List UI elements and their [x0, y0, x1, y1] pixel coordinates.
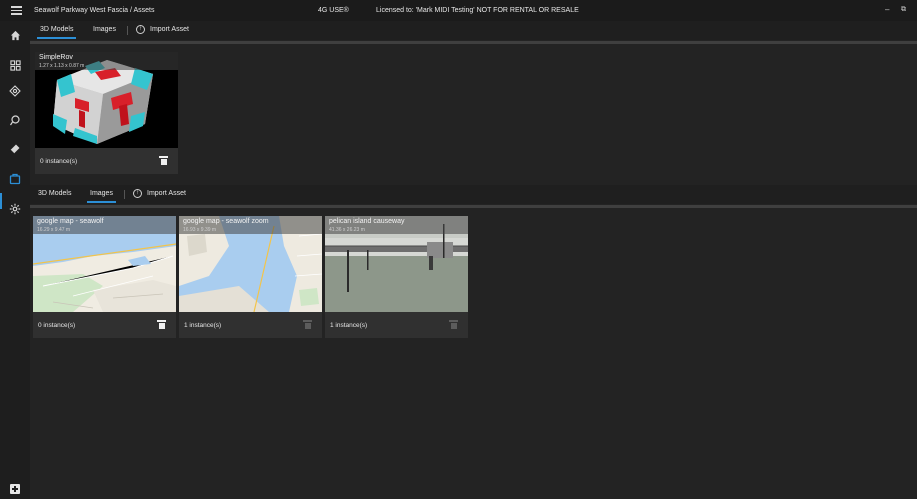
import-asset-button[interactable]: ↑ Import Asset: [133, 189, 186, 198]
license-text: Licensed to: 'Mark MIDI Testing' NOT FOR…: [376, 7, 579, 14]
card-footer: 0 instance(s): [33, 312, 176, 338]
home-icon[interactable]: [9, 29, 21, 41]
tab-separator: [124, 190, 125, 199]
tab-3d-models[interactable]: 3D Models: [36, 26, 77, 39]
card-header: SimpleRov 1.27 x 1.13 x 0.87 m: [35, 52, 178, 70]
card-header: pelican island causeway 41.36 x 26.23 m: [325, 216, 468, 234]
instance-count: 0 instance(s): [40, 158, 78, 165]
tab-separator: [127, 26, 128, 35]
model-card[interactable]: SimpleRov 1.27 x 1.13 x 0.87 m 0 instanc…: [35, 52, 178, 174]
image-thumbnail: google map - seawolf zoom 16.93 x 9.39 m: [179, 216, 322, 312]
image-card[interactable]: pelican island causeway 41.36 x 26.23 m …: [325, 216, 468, 338]
image-thumbnail: google map - seawolf 16.29 x 9.47 m: [33, 216, 176, 312]
model-thumbnail: SimpleRov 1.27 x 1.13 x 0.87 m: [35, 52, 178, 148]
dashboard-icon[interactable]: [9, 59, 21, 71]
tab-3d-models[interactable]: 3D Models: [38, 190, 71, 197]
image-dimensions: 16.29 x 9.47 m: [37, 227, 71, 233]
trash-icon[interactable]: [159, 156, 168, 165]
upload-icon: ↑: [133, 189, 142, 198]
instance-count: 0 instance(s): [38, 322, 76, 329]
image-card[interactable]: google map - seawolf zoom 16.93 x 9.39 m…: [179, 216, 322, 338]
left-rail: [0, 21, 30, 499]
assets-icon[interactable]: [9, 173, 21, 185]
card-footer: 1 instance(s): [179, 312, 322, 338]
settings-icon[interactable]: [9, 203, 21, 215]
card-footer: 0 instance(s): [35, 148, 178, 174]
images-tab-bar: 3D Models Images ↑ Import Asset: [30, 185, 917, 204]
trash-icon[interactable]: [157, 320, 166, 329]
import-asset-button[interactable]: ↑ Import Asset: [136, 25, 189, 34]
card-header: google map - seawolf zoom 16.93 x 9.39 m: [179, 216, 322, 234]
import-asset-label: Import Asset: [150, 26, 189, 33]
models-tab-bar: 3D Models Images ↑ Import Asset: [30, 21, 917, 40]
palette-icon[interactable]: [9, 114, 21, 126]
image-dimensions: 41.36 x 26.23 m: [329, 227, 365, 233]
minimize-button[interactable]: –: [885, 5, 889, 14]
image-title: google map - seawolf: [37, 218, 104, 225]
active-indicator: [0, 193, 2, 209]
trash-icon: [449, 320, 458, 329]
card-header: google map - seawolf 16.29 x 9.47 m: [33, 216, 176, 234]
network-icon[interactable]: [9, 85, 21, 97]
card-footer: 1 instance(s): [325, 312, 468, 338]
add-icon[interactable]: [10, 484, 20, 494]
tab-images[interactable]: Images: [93, 26, 116, 33]
image-title: pelican island causeway: [329, 218, 405, 225]
import-asset-label: Import Asset: [147, 190, 186, 197]
image-title: google map - seawolf zoom: [183, 218, 269, 225]
image-dimensions: 16.93 x 9.39 m: [183, 227, 217, 233]
section-divider: [30, 41, 917, 44]
instance-count: 1 instance(s): [330, 322, 368, 329]
trash-icon: [303, 320, 312, 329]
image-thumbnail: pelican island causeway 41.36 x 26.23 m: [325, 216, 468, 312]
upload-icon: ↑: [136, 25, 145, 34]
breadcrumb: Seawolf Parkway West Fascia / Assets: [34, 7, 155, 14]
status-text: 4G USE®: [318, 7, 349, 14]
image-card[interactable]: google map - seawolf 16.29 x 9.47 m 0 in…: [33, 216, 176, 338]
title-bar: Seawolf Parkway West Fascia / Assets 4G …: [0, 0, 917, 21]
model-title: SimpleRov: [39, 54, 73, 61]
menu-icon[interactable]: [11, 6, 22, 15]
restore-button[interactable]: ⧉: [901, 6, 906, 14]
model-dimensions: 1.27 x 1.13 x 0.87 m: [39, 63, 85, 69]
tab-images[interactable]: Images: [87, 190, 116, 203]
instance-count: 1 instance(s): [184, 322, 222, 329]
eraser-icon[interactable]: [9, 143, 21, 155]
section-divider: [30, 205, 917, 208]
